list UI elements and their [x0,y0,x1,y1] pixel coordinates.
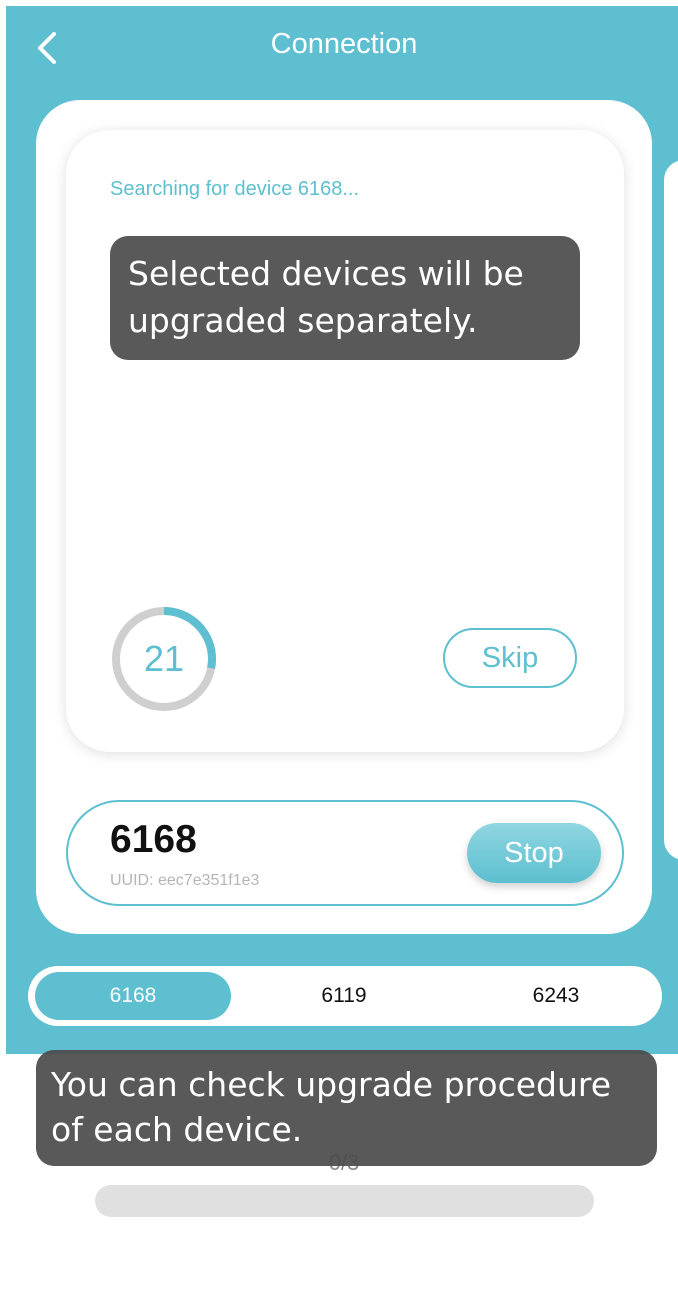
tooltip-check-procedure: You can check upgrade procedure of each … [36,1050,657,1166]
tab-device-6119[interactable]: 6119 [246,972,442,1020]
search-status-text: Searching for device 6168... [110,178,360,200]
stop-button[interactable]: Stop [467,823,601,883]
tab-device-6243[interactable]: 6243 [458,972,654,1020]
device-name: 6168 [110,818,197,861]
page-title: Connection [270,28,418,60]
next-device-card[interactable] [664,160,678,860]
skip-button[interactable]: Skip [443,628,577,688]
tooltip-selected-devices: Selected devices will be upgraded separa… [110,236,580,360]
countdown-number: 21 [143,638,185,679]
tab-device-6168[interactable]: 6168 [35,972,231,1020]
progress-bar [95,1185,594,1217]
device-uuid: UUID: eec7e351f1e3 [110,872,260,889]
